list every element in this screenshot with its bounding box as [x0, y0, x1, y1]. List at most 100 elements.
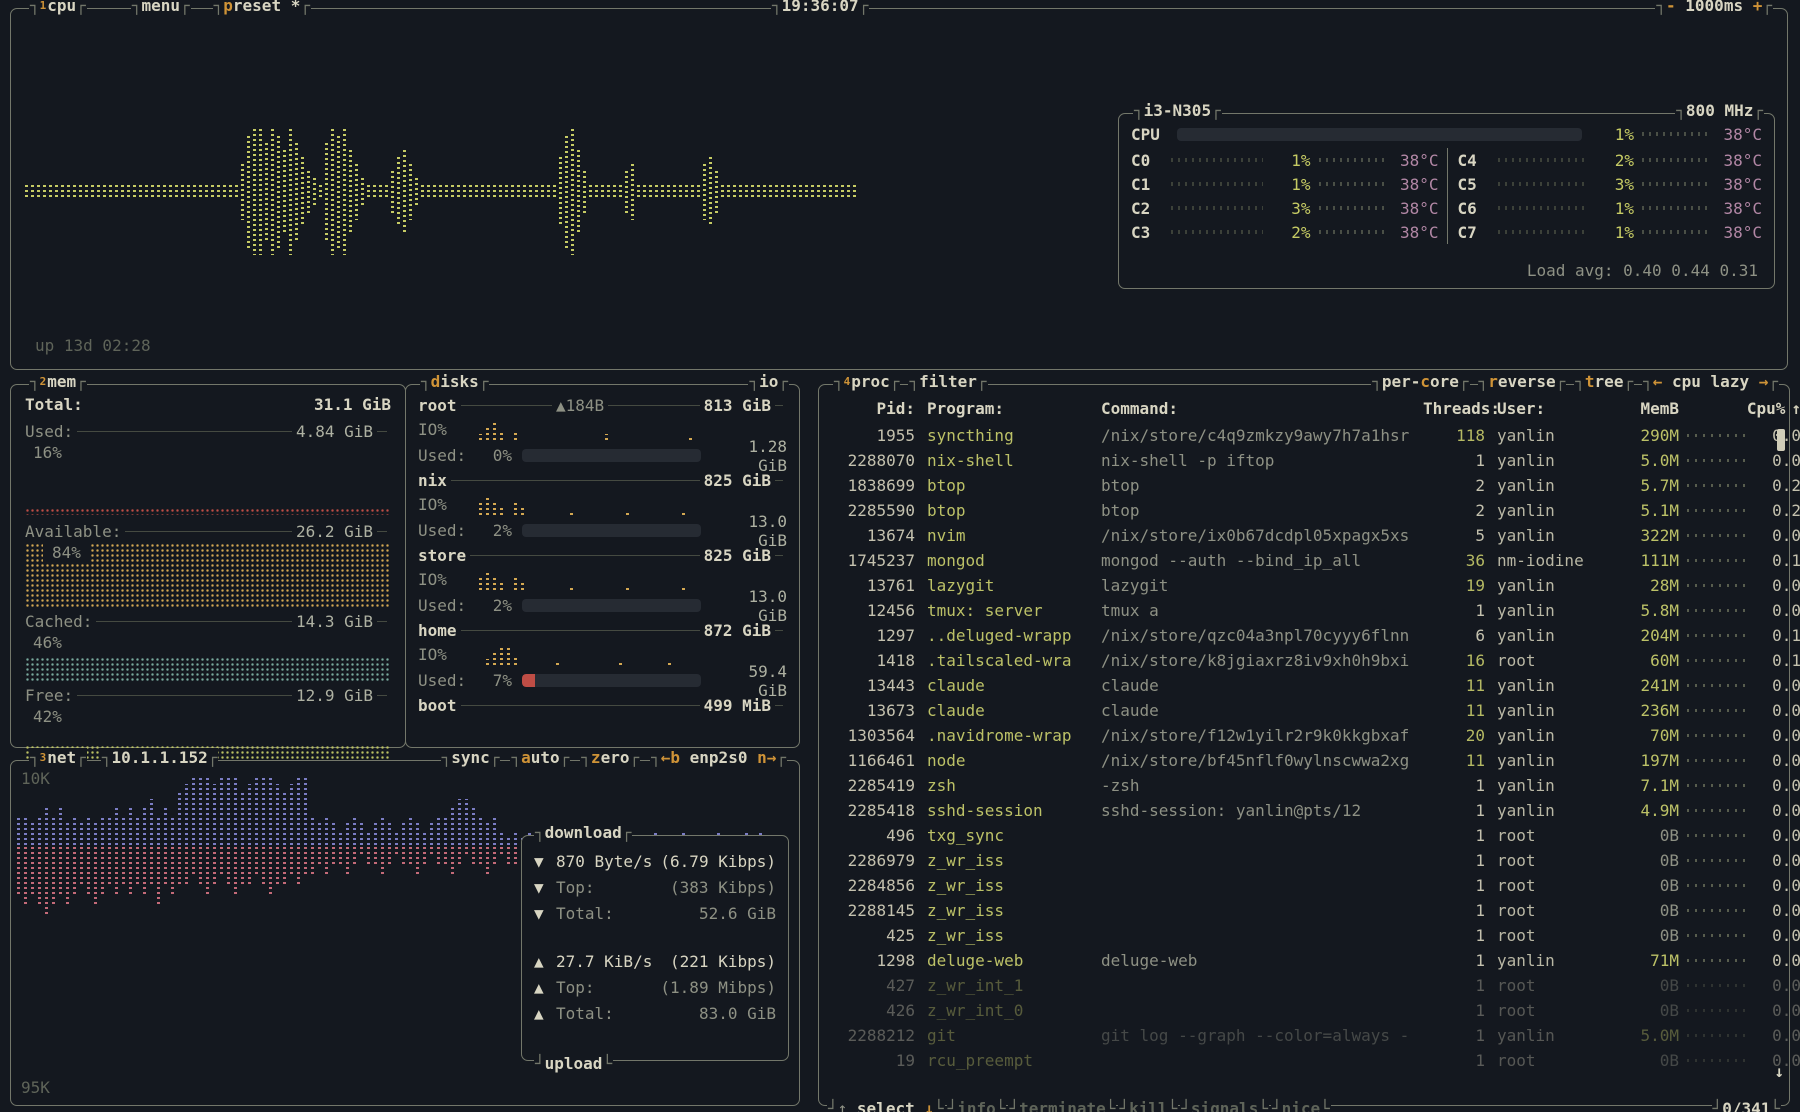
nice-button[interactable]: ┘nice└	[1271, 1099, 1331, 1112]
proc-reverse-button[interactable]: ┐reverse┌	[1478, 372, 1567, 391]
net-stat-row: ▼Total:52.6 GiB	[534, 900, 776, 926]
signals-button[interactable]: ┘signals└	[1180, 1099, 1269, 1112]
core-row: C01%38°C	[1131, 148, 1439, 172]
net-ip-address: ┐10.1.1.152┌	[101, 748, 219, 767]
process-row[interactable]: 426z_wr_int_01root0B0.0	[827, 998, 1785, 1023]
process-row[interactable]: 13674nvim/nix/store/ix0b67dcdpl05xpagx5x…	[827, 523, 1785, 548]
load-average: Load avg: 0.40 0.44 0.31	[1527, 261, 1758, 280]
core-row: C53%38°C	[1458, 172, 1763, 196]
process-row[interactable]: 1297..deluged-wrapp/nix/store/qzc04a3npl…	[827, 623, 1785, 648]
uptime-text: up 13d 02:28	[35, 336, 151, 355]
mem-total-row: Total: 31.1 GiB	[25, 395, 391, 419]
io-mode-button[interactable]: ┐io┌	[748, 372, 789, 391]
tab-net[interactable]: ┐3net┌	[29, 748, 87, 767]
net-scale-bottom: 95K	[21, 1078, 50, 1097]
preset-button[interactable]: ┐preset *┌	[213, 0, 311, 15]
cpu-model-label: ┐i3-N305┌	[1133, 101, 1222, 120]
disk-used-row: Used:0%1.28 GiB	[418, 443, 787, 468]
process-row[interactable]: 13761lazygitlazygit19yanlin28M0.0	[827, 573, 1785, 598]
process-row[interactable]: 2288212gitgit log --graph --color=always…	[827, 1023, 1785, 1048]
process-row[interactable]: 2288145z_wr_iss1root0B0.0	[827, 898, 1785, 923]
process-row[interactable]: 1418.tailscaled-wra/nix/store/k8jgiaxrz8…	[827, 648, 1785, 673]
col-program: Program:	[919, 399, 1097, 418]
process-row[interactable]: 1298deluge-webdeluge-web1yanlin71M0.0	[827, 948, 1785, 973]
tab-cpu[interactable]: ┐1cpu┌	[29, 0, 87, 15]
process-row[interactable]: 1166461node/nix/store/bf45nflf0wylnscwwa…	[827, 748, 1785, 773]
terminate-button[interactable]: ┘terminate└	[1008, 1099, 1116, 1112]
net-auto-button[interactable]: ┐auto┌	[510, 748, 570, 767]
net-next-interface-button[interactable]: n→	[757, 748, 776, 767]
scrollbar-thumb[interactable]	[1777, 429, 1785, 451]
disk-section-header: root▲184B813 GiB	[418, 393, 787, 418]
update-interval-control: ┐- 1000ms +┌	[1655, 0, 1773, 15]
menu-button[interactable]: ┐menu┌	[131, 0, 191, 15]
cpu-box: ┐1cpu┌ ┐menu┌ ┐preset *┌ ┐19:36:07┌ ┐- 1…	[10, 8, 1788, 370]
info-button[interactable]: ┘info└	[947, 1099, 1007, 1112]
net-prev-interface-button[interactable]: ←b	[661, 748, 680, 767]
disk-used-row: Used:7%59.4 GiB	[418, 668, 787, 693]
cpu-usage-graph	[25, 119, 859, 265]
process-row[interactable]: 1745237mongodmongod --auth --bind_ip_all…	[827, 548, 1785, 573]
net-zero-button[interactable]: ┐zero┌	[580, 748, 640, 767]
process-row[interactable]: 19rcu_preempt1root0B0.0	[827, 1048, 1785, 1073]
core-row: C71%38°C	[1458, 220, 1763, 244]
process-row[interactable]: 427z_wr_int_11root0B0.0	[827, 973, 1785, 998]
core-row: C42%38°C	[1458, 148, 1763, 172]
net-stat-row: ▼870 Byte/s(6.79 Kibps)	[534, 848, 776, 874]
sort-mode-label: cpu lazy	[1672, 372, 1749, 391]
sort-prev-button[interactable]: ←	[1653, 372, 1663, 391]
process-row[interactable]: 12456tmux: servertmux a1yanlin5.8M0.0	[827, 598, 1785, 623]
scroll-down-arrow[interactable]: ↓	[1774, 1062, 1784, 1081]
upload-title: ┘upload└	[534, 1054, 613, 1073]
disk-used-row: Used:2%13.0 GiB	[418, 518, 787, 543]
core-list-right: C42%38°CC53%38°CC61%38°CC71%38°C	[1447, 148, 1763, 244]
col-user: User:	[1489, 399, 1607, 418]
process-row[interactable]: 2284856z_wr_iss1root0B0.0	[827, 873, 1785, 898]
process-row[interactable]: 496txg_sync1root0B0.0	[827, 823, 1785, 848]
cpu-total-row: CPU 1% 38°C	[1131, 122, 1762, 146]
process-row[interactable]: 2285419zsh-zsh1yanlin7.1M0.0	[827, 773, 1785, 798]
select-up-arrow[interactable]: ↑	[838, 1099, 848, 1112]
process-row[interactable]: 1955syncthing/nix/store/c4q9zmkzy9awy7h7…	[827, 423, 1785, 448]
tab-mem[interactable]: ┐2mem┌	[29, 372, 87, 391]
process-row[interactable]: 13673claudeclaude11yanlin236M0.0	[827, 698, 1785, 723]
mem-box: ┐2mem┌ Total: 31.1 GiB Used:4.84 GiB16%A…	[10, 384, 406, 748]
col-mem: MemB	[1611, 399, 1679, 418]
process-row[interactable]: 2285418sshd-sessionsshd-session: yanlin@…	[827, 798, 1785, 823]
mem-total-label: Total:	[25, 395, 83, 419]
interval-increase-button[interactable]: +	[1753, 0, 1763, 15]
mem-entry-divider: Used:4.84 GiB	[25, 419, 391, 443]
select-label: select	[857, 1099, 915, 1112]
proc-tree-button[interactable]: ┐tree┌	[1574, 372, 1634, 391]
clock: ┐19:36:07┌	[771, 0, 869, 15]
tab-proc[interactable]: ┐4proc┌	[833, 372, 900, 391]
sort-next-button[interactable]: →	[1759, 372, 1769, 391]
sort-direction-arrow: ↑	[1791, 399, 1800, 418]
proc-filter-button[interactable]: ┐filter┌	[908, 372, 987, 391]
net-interface-switcher: ┐←b enp2s0 n→┌	[650, 748, 787, 767]
process-row[interactable]: 425z_wr_iss1root0B0.0	[827, 923, 1785, 948]
kill-button[interactable]: ┘kill└	[1118, 1099, 1178, 1112]
process-row[interactable]: 1838699btopbtop2yanlin5.7M0.2	[827, 473, 1785, 498]
disks-box: ┐disks┌ ┐io┌ root▲184B813 GiBIO%Used:0%1…	[405, 384, 800, 748]
net-stat-row: ▲27.7 KiB/s(221 Kibps)	[534, 948, 776, 974]
interval-value: 1000ms	[1685, 0, 1743, 15]
net-sync-button[interactable]: ┐sync┌	[441, 748, 501, 767]
cpu-total-meter	[1177, 128, 1582, 141]
process-row[interactable]: 2286979z_wr_iss1root0B0.0	[827, 848, 1785, 873]
core-row: C23%38°C	[1131, 196, 1439, 220]
interval-decrease-button[interactable]: -	[1666, 0, 1676, 15]
col-command: Command:	[1101, 399, 1419, 418]
disk-used-row: Used:2%13.0 GiB	[418, 593, 787, 618]
process-row[interactable]: 13443claudeclaude11yanlin241M0.0	[827, 673, 1785, 698]
select-down-arrow[interactable]: ↓	[924, 1099, 934, 1112]
process-row[interactable]: 1303564.navidrome-wrap/nix/store/f12w1yi…	[827, 723, 1785, 748]
process-row[interactable]: 2288070nix-shellnix-shell -p iftop1yanli…	[827, 448, 1785, 473]
download-title: ┐download┌	[534, 823, 632, 842]
core-row: C32%38°C	[1131, 220, 1439, 244]
process-row[interactable]: 2285590btopbtop2yanlin5.1M0.2	[827, 498, 1785, 523]
cpu-frequency-label: ┐800 MHz┌	[1675, 101, 1764, 120]
proc-percore-button[interactable]: ┐per-core┌	[1371, 372, 1469, 391]
core-list-left: C01%38°CC11%38°CC23%38°CC32%38°C	[1131, 148, 1447, 244]
cpu-box-title: cpu	[47, 0, 76, 15]
